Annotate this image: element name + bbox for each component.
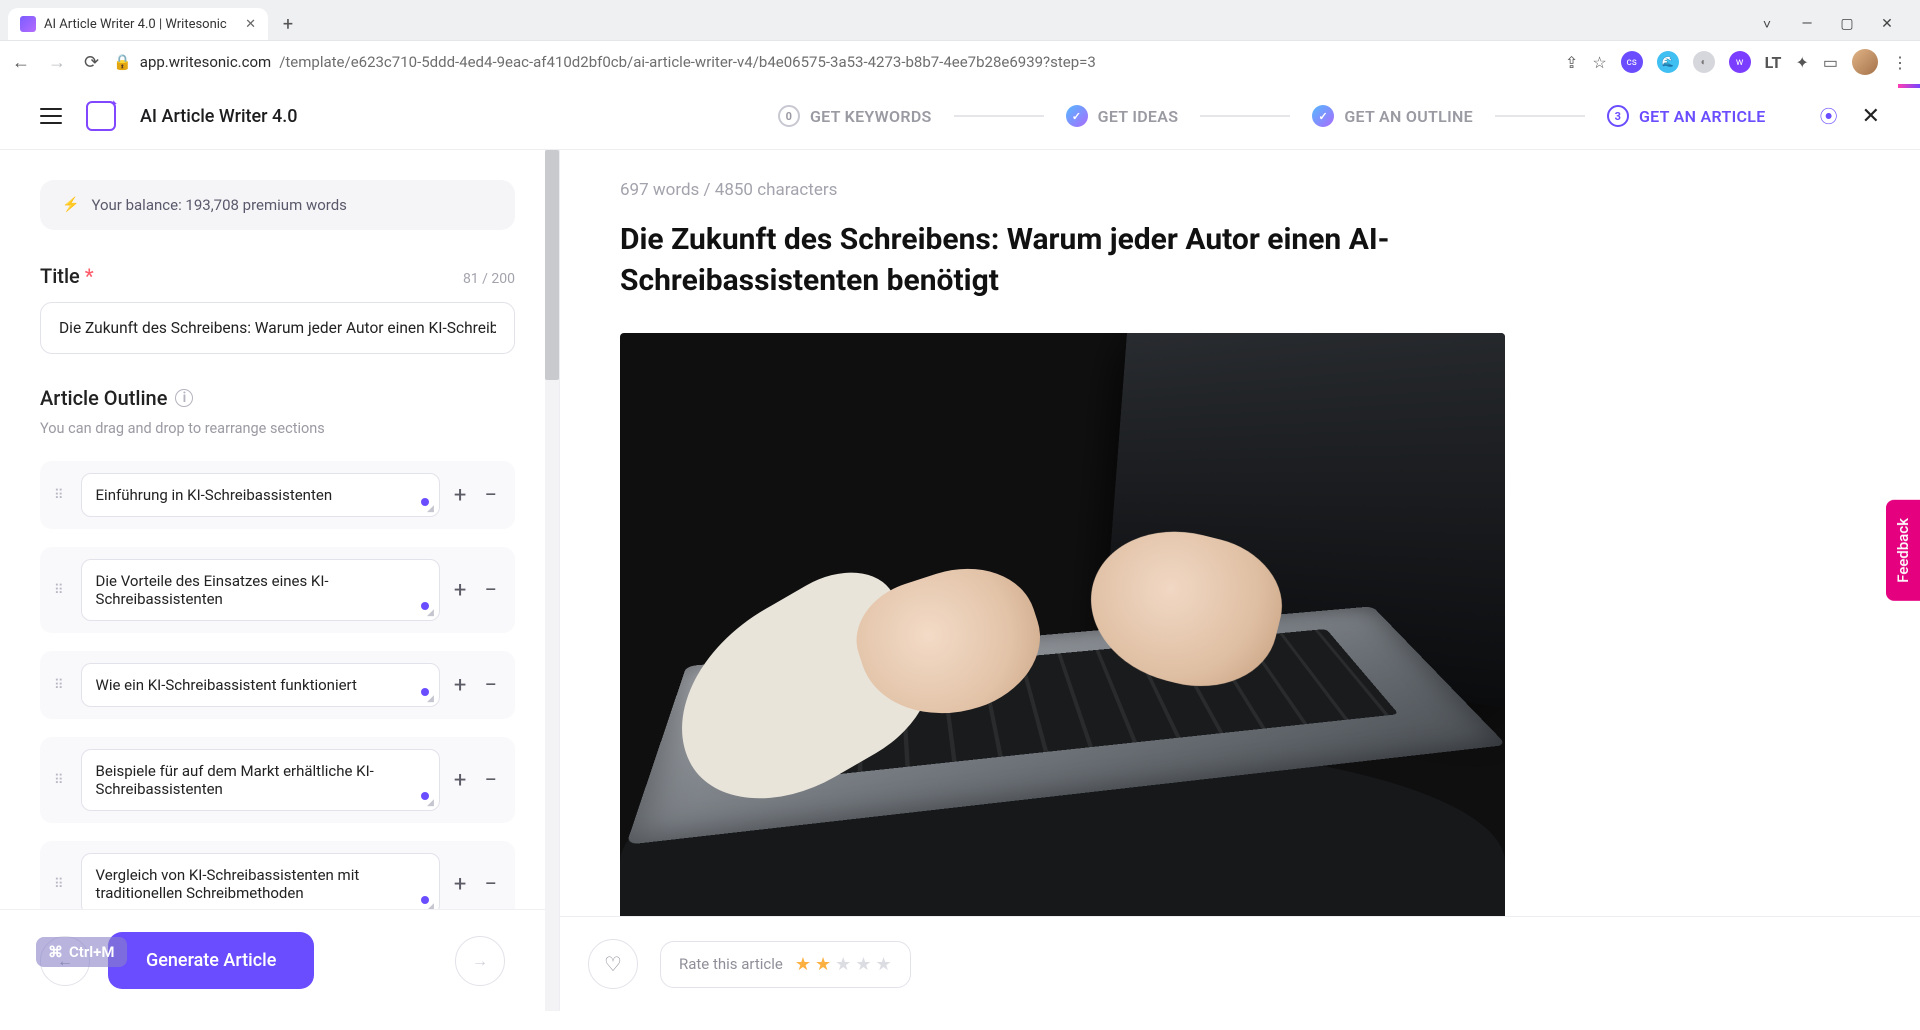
- step-separator: [1495, 115, 1585, 117]
- app-title: AI Article Writer 4.0: [140, 106, 297, 127]
- step-separator: [954, 115, 1044, 117]
- tab-title: AI Article Writer 4.0 | Writesonic: [44, 17, 227, 32]
- step-label: GET IDEAS: [1098, 107, 1179, 126]
- star-icon[interactable]: ★: [795, 954, 811, 975]
- title-label: Title *: [40, 264, 94, 288]
- drag-handle-icon[interactable]: ⠿: [54, 773, 67, 788]
- add-section-icon[interactable]: +: [454, 483, 466, 508]
- rate-label: Rate this article: [679, 955, 783, 973]
- url-path: /template/e623c710-5ddd-4ed4-9eac-af410d…: [279, 53, 1096, 71]
- extension-w-icon[interactable]: w: [1729, 51, 1751, 73]
- star-icon[interactable]: ★: [835, 954, 851, 975]
- star-icon[interactable]: ★: [875, 954, 891, 975]
- progress-indicator: [1898, 84, 1920, 88]
- generate-article-button[interactable]: Generate Article: [108, 932, 314, 989]
- browser-tab[interactable]: AI Article Writer 4.0 | Writesonic ✕: [8, 8, 268, 40]
- minimize-icon[interactable]: —: [1798, 16, 1816, 33]
- drag-handle-icon[interactable]: ⠿: [54, 583, 67, 598]
- star-icon[interactable]: ★: [855, 954, 871, 975]
- remove-section-icon[interactable]: −: [484, 483, 497, 508]
- title-input[interactable]: [40, 302, 515, 354]
- reload-icon[interactable]: ⟳: [84, 52, 99, 73]
- profile-avatar[interactable]: [1852, 49, 1878, 75]
- play-icon[interactable]: ⦿: [1820, 103, 1838, 129]
- close-icon[interactable]: ✕: [1862, 104, 1880, 129]
- remove-section-icon[interactable]: −: [484, 768, 497, 793]
- outline-item: ⠿ Beispiele für auf dem Markt erhältlich…: [40, 737, 515, 823]
- shortcut-badge: ⌘Ctrl+M: [36, 937, 127, 967]
- add-section-icon[interactable]: +: [454, 673, 466, 698]
- outline-item: ⠿ Die Vorteile des Einsatzes eines KI-Sc…: [40, 547, 515, 633]
- drag-handle-icon[interactable]: ⠿: [54, 877, 67, 892]
- remove-section-icon[interactable]: −: [484, 578, 497, 603]
- step-label: GET AN ARTICLE: [1639, 107, 1766, 126]
- outline-input[interactable]: Wie ein KI-Schreibassistent funktioniert…: [81, 663, 440, 707]
- article-title: Die Zukunft des Schreibens: Warum jeder …: [620, 220, 1470, 301]
- extension-lt-icon[interactable]: LT: [1765, 53, 1782, 72]
- info-icon[interactable]: i: [175, 389, 193, 407]
- outline-label: Article Outline: [40, 386, 167, 410]
- article-meta: 697 words / 4850 characters: [620, 180, 1750, 200]
- address-bar[interactable]: 🔒 app.writesonic.com/template/e623c710-5…: [113, 53, 1551, 71]
- step-outline[interactable]: ✓ GET AN OUTLINE: [1312, 105, 1473, 127]
- add-section-icon[interactable]: +: [454, 872, 466, 897]
- outline-item: ⠿ Wie ein KI-Schreibassistent funktionie…: [40, 651, 515, 719]
- favorite-button[interactable]: ♡: [588, 939, 638, 989]
- forward-icon[interactable]: →: [48, 52, 66, 73]
- step-label: GET AN OUTLINE: [1344, 107, 1473, 126]
- favicon-icon: [20, 16, 36, 32]
- app-logo-icon: [86, 101, 116, 131]
- star-icon[interactable]: ★: [815, 954, 831, 975]
- step-keywords[interactable]: 0 GET KEYWORDS: [778, 105, 932, 127]
- extension-cs-icon[interactable]: cs: [1621, 51, 1643, 73]
- outline-item: ⠿ Einführung in KI-Schreibassistenten◢ +…: [40, 461, 515, 529]
- extension-grey-icon[interactable]: ◐: [1693, 51, 1715, 73]
- extensions-icon[interactable]: ✦: [1795, 53, 1808, 72]
- kebab-menu-icon[interactable]: ⋮: [1892, 53, 1908, 72]
- chevron-down-icon[interactable]: ˅: [1758, 16, 1776, 33]
- bolt-icon: ⚡: [62, 197, 79, 213]
- remove-section-icon[interactable]: −: [484, 673, 497, 698]
- menu-icon[interactable]: [40, 108, 62, 124]
- new-tab-button[interactable]: +: [276, 12, 300, 36]
- balance-text: Your balance: 193,708 premium words: [91, 196, 346, 214]
- step-number: 0: [778, 105, 800, 127]
- outline-hint: You can drag and drop to rearrange secti…: [40, 420, 515, 437]
- step-ideas[interactable]: ✓ GET IDEAS: [1066, 105, 1179, 127]
- step-number: 3: [1607, 105, 1629, 127]
- balance-pill: ⚡ Your balance: 193,708 premium words: [40, 180, 515, 230]
- remove-section-icon[interactable]: −: [484, 872, 497, 897]
- step-separator: [1200, 115, 1290, 117]
- title-counter: 81 / 200: [463, 271, 515, 287]
- star-icon[interactable]: ☆: [1592, 53, 1606, 72]
- outline-input[interactable]: Einführung in KI-Schreibassistenten◢: [81, 473, 440, 517]
- article-hero-image: [620, 333, 1505, 923]
- add-section-icon[interactable]: +: [454, 768, 466, 793]
- url-host: app.writesonic.com: [140, 53, 271, 71]
- back-icon[interactable]: ←: [12, 52, 30, 73]
- drag-handle-icon[interactable]: ⠿: [54, 678, 67, 693]
- drag-handle-icon[interactable]: ⠿: [54, 488, 67, 503]
- scrollbar[interactable]: [545, 150, 559, 1011]
- window-close-icon[interactable]: ✕: [1878, 16, 1896, 33]
- outline-input[interactable]: Vergleich von KI-Schreibassistenten mit …: [81, 853, 440, 915]
- rating-widget: Rate this article ★ ★ ★ ★ ★: [660, 941, 911, 988]
- tab-close-icon[interactable]: ✕: [245, 17, 256, 32]
- check-icon: ✓: [1066, 105, 1088, 127]
- step-article[interactable]: 3 GET AN ARTICLE: [1607, 105, 1766, 127]
- next-step-button[interactable]: →: [455, 936, 505, 986]
- outline-input[interactable]: Die Vorteile des Einsatzes eines KI-Schr…: [81, 559, 440, 621]
- sidepanel-icon[interactable]: ▭: [1823, 53, 1838, 72]
- add-section-icon[interactable]: +: [454, 578, 466, 603]
- outline-input[interactable]: Beispiele für auf dem Markt erhältliche …: [81, 749, 440, 811]
- extension-blue-icon[interactable]: 🌊: [1657, 51, 1679, 73]
- lock-icon: 🔒: [113, 53, 132, 71]
- check-icon: ✓: [1312, 105, 1334, 127]
- maximize-icon[interactable]: ▢: [1838, 16, 1856, 33]
- share-icon[interactable]: ⇪: [1565, 53, 1578, 72]
- step-label: GET KEYWORDS: [810, 107, 932, 126]
- feedback-tab[interactable]: Feedback: [1886, 500, 1920, 601]
